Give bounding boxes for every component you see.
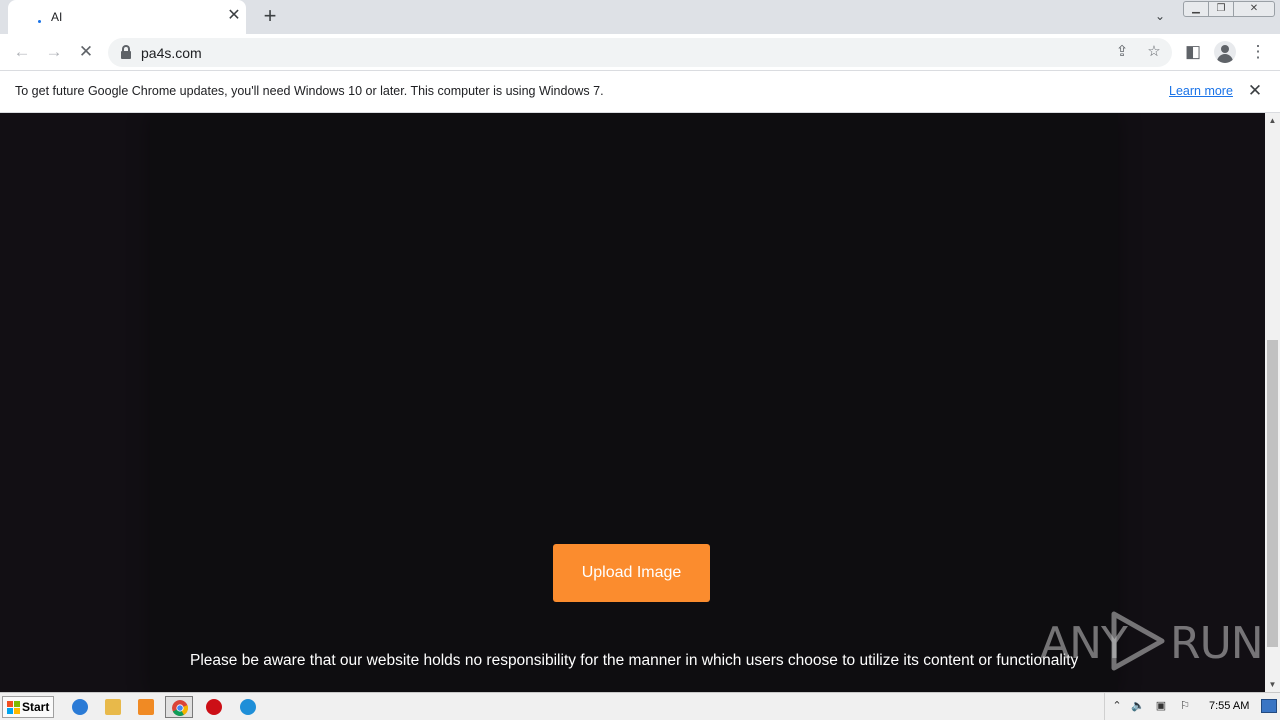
loading-icon: [38, 20, 41, 23]
tab-ai[interactable]: AI ✕: [8, 0, 246, 34]
page-scrollbar[interactable]: ▲ ▼: [1265, 113, 1280, 692]
taskbar-clock[interactable]: 7:55 AM: [1209, 700, 1249, 712]
stop-loading-icon[interactable]: ✕: [74, 40, 98, 64]
scroll-up-arrow-icon[interactable]: ▲: [1265, 113, 1280, 128]
edge-icon: [240, 699, 256, 715]
windows-logo-icon: [7, 701, 20, 714]
media-player-icon: [138, 699, 154, 715]
disclaimer-text: Please be aware that our website holds n…: [190, 652, 1079, 669]
upload-image-button[interactable]: Upload Image: [553, 544, 710, 602]
profile-avatar-icon[interactable]: [1214, 41, 1236, 63]
new-tab-button[interactable]: +: [258, 4, 282, 28]
close-window-button[interactable]: ✕: [1233, 1, 1275, 17]
show-desktop-icon[interactable]: [1261, 699, 1277, 713]
taskbar-edge[interactable]: [234, 696, 262, 718]
tab-search-chevron-icon[interactable]: ⌄: [1150, 6, 1170, 26]
system-tray: ⌃ 🔈 ▣ ⚐ 7:55 AM: [1104, 693, 1280, 720]
bookmark-star-icon[interactable]: ☆: [1143, 41, 1165, 63]
tab-close-icon[interactable]: ✕: [224, 6, 244, 26]
start-button[interactable]: Start: [2, 696, 54, 718]
taskbar-internet-explorer[interactable]: [66, 696, 94, 718]
network-icon[interactable]: ▣: [1154, 699, 1168, 713]
internet-explorer-icon: [72, 699, 88, 715]
scrollbar-thumb[interactable]: [1267, 340, 1278, 647]
page-viewport: Upload Image Please be aware that our we…: [0, 113, 1265, 692]
taskbar-chrome[interactable]: [165, 696, 193, 718]
scroll-down-arrow-icon[interactable]: ▼: [1265, 677, 1280, 692]
learn-more-link[interactable]: Learn more: [1169, 84, 1233, 98]
infobar-message: To get future Google Chrome updates, you…: [15, 84, 604, 98]
maximize-button[interactable]: ❐: [1208, 1, 1234, 17]
url-text[interactable]: pa4s.com: [141, 45, 202, 61]
taskbar-file-explorer[interactable]: [99, 696, 127, 718]
windows-taskbar: Start ⌃ 🔈 ▣ ⚐ 7:55 AM: [0, 692, 1280, 720]
taskbar-media-player[interactable]: [132, 696, 160, 718]
anyrun-watermark: ANY RUN: [1040, 610, 1264, 672]
menu-kebab-icon[interactable]: ⋮: [1246, 40, 1270, 64]
content-panel: [150, 113, 1118, 692]
taskbar-opera[interactable]: [200, 696, 228, 718]
back-arrow-icon[interactable]: ←: [10, 40, 34, 64]
tab-strip: AI ✕ + ⌄ ▁ ❐ ✕: [0, 0, 1280, 34]
share-icon[interactable]: ⇪: [1111, 41, 1133, 63]
lock-icon[interactable]: [121, 45, 131, 59]
action-center-flag-icon[interactable]: ⚐: [1178, 699, 1192, 713]
volume-icon[interactable]: 🔈: [1131, 699, 1145, 713]
address-bar[interactable]: pa4s.com ⇪ ☆: [108, 38, 1172, 67]
minimize-button[interactable]: ▁: [1183, 1, 1209, 17]
infobar-close-icon[interactable]: ✕: [1245, 81, 1265, 101]
play-logo-icon: [1111, 611, 1165, 671]
tab-title: AI: [51, 10, 63, 24]
chrome-icon: [172, 700, 188, 716]
opera-icon: [206, 699, 222, 715]
folder-icon: [105, 699, 121, 715]
start-label: Start: [22, 700, 50, 714]
forward-arrow-icon[interactable]: →: [42, 40, 66, 64]
side-panel-icon[interactable]: ◧: [1181, 40, 1205, 64]
update-infobar: To get future Google Chrome updates, you…: [0, 71, 1280, 113]
watermark-right-text: RUN: [1170, 618, 1264, 669]
browser-toolbar: ← → ✕ pa4s.com ⇪ ☆ ◧ ⋮: [0, 34, 1280, 71]
tray-expand-icon[interactable]: ⌃: [1110, 699, 1124, 713]
